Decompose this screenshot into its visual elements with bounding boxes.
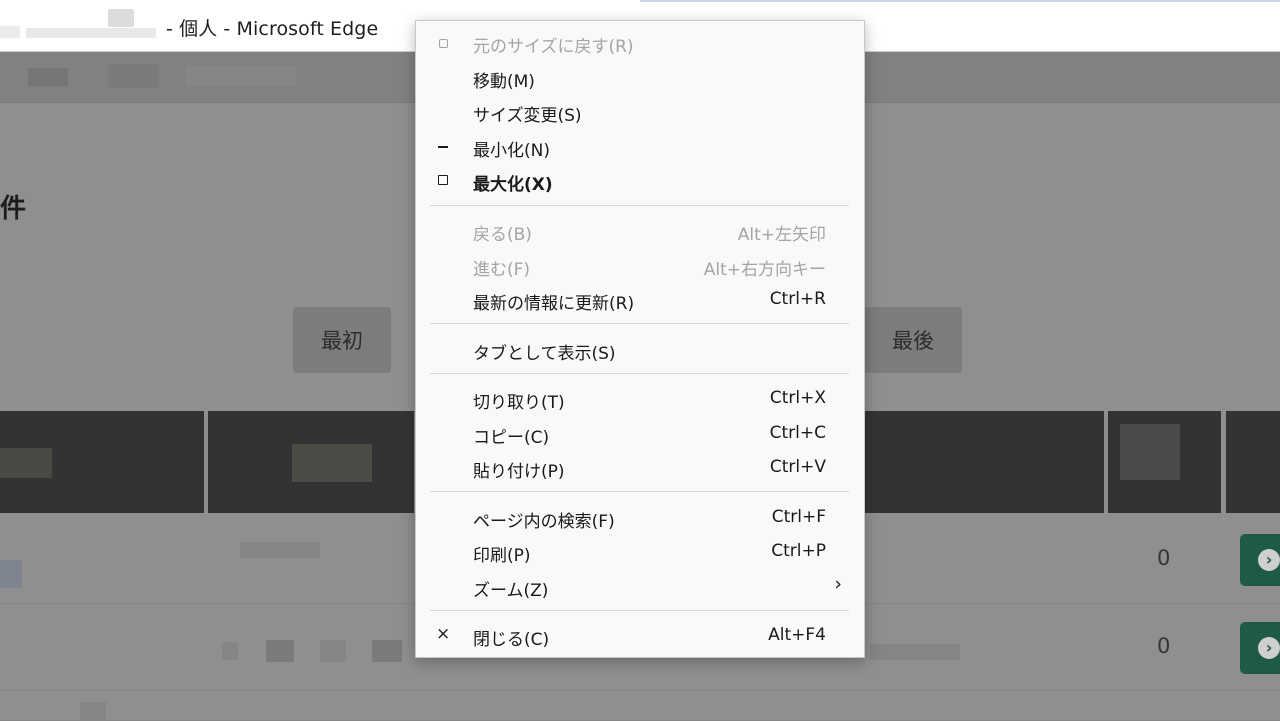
chevron-right-icon: › xyxy=(1258,549,1280,571)
blurred-cell-text xyxy=(372,640,402,662)
chevron-right-icon: › xyxy=(1258,637,1280,659)
minimize-icon xyxy=(438,146,448,148)
menu-item-forward[interactable]: 進む(F) Alt+右方向キー xyxy=(416,249,864,283)
menu-item-shortcut: Ctrl+F xyxy=(771,507,826,527)
chevron-right-icon: › xyxy=(834,573,842,595)
menu-item-label: 貼り付け(P) xyxy=(473,462,565,482)
table-header-cell xyxy=(864,411,1104,513)
maximize-icon xyxy=(438,175,448,185)
blurred-header-text xyxy=(0,448,52,478)
title-bar-accent xyxy=(640,0,1280,2)
blurred-cell-text xyxy=(870,644,960,660)
row-count-value: 0 xyxy=(1157,546,1171,570)
menu-item-label: 最大化(X) xyxy=(473,175,553,195)
row-count-value: 0 xyxy=(1157,634,1171,658)
menu-separator xyxy=(430,323,849,324)
menu-item-label: 進む(F) xyxy=(473,260,531,280)
menu-item-label: コピー(C) xyxy=(473,428,550,448)
menu-item-label: サイズ変更(S) xyxy=(473,106,582,126)
row-action-button[interactable]: › xyxy=(1240,622,1280,674)
menu-item-shortcut: Ctrl+R xyxy=(769,289,826,309)
menu-separator xyxy=(430,373,849,374)
menu-item-find[interactable]: ページ内の検索(F) Ctrl+F xyxy=(416,501,864,535)
menu-item-restore[interactable]: 元のサイズに戻す(R) xyxy=(416,26,864,60)
menu-item-shortcut: Alt+F4 xyxy=(768,625,826,645)
menu-item-label: 移動(M) xyxy=(473,72,535,92)
table-header-cell xyxy=(1226,411,1280,513)
menu-item-label: ズーム(Z) xyxy=(473,581,549,601)
page-heading: 件 xyxy=(0,194,27,224)
blurred-header-text xyxy=(292,444,372,482)
window-title: - 個人 - Microsoft Edge xyxy=(166,18,379,40)
menu-item-cut[interactable]: 切り取り(T) Ctrl+X xyxy=(416,382,864,416)
menu-item-label: 元のサイズに戻す(R) xyxy=(473,37,634,57)
pager-last-button[interactable]: 最後 xyxy=(864,307,962,373)
menu-item-shortcut: Ctrl+P xyxy=(771,541,826,561)
table-row xyxy=(0,691,1280,721)
blurred-toolbar-item xyxy=(28,68,68,86)
blurred-cell-text xyxy=(320,640,346,662)
menu-item-print[interactable]: 印刷(P) Ctrl+P xyxy=(416,535,864,569)
window-system-menu: 元のサイズに戻す(R) 移動(M) サイズ変更(S) 最小化(N) 最大化(X)… xyxy=(415,20,865,658)
menu-item-label: ページ内の検索(F) xyxy=(473,512,615,532)
menu-item-label: 閉じる(C) xyxy=(473,630,550,650)
blurred-title-fragment xyxy=(108,9,134,27)
menu-item-close[interactable]: × 閉じる(C) Alt+F4 xyxy=(416,619,864,653)
menu-item-label: 印刷(P) xyxy=(473,546,531,566)
menu-item-shortcut: Ctrl+C xyxy=(769,423,826,443)
menu-separator xyxy=(430,610,849,611)
blurred-title-fragment xyxy=(0,26,20,38)
pager-first-button[interactable]: 最初 xyxy=(293,307,391,373)
menu-item-label: 切り取り(T) xyxy=(473,393,565,413)
blurred-cell-text xyxy=(0,560,22,588)
menu-item-shortcut: Alt+左矢印 xyxy=(737,225,826,245)
menu-item-copy[interactable]: コピー(C) Ctrl+C xyxy=(416,417,864,451)
menu-item-shortcut: Ctrl+V xyxy=(769,457,826,477)
menu-separator xyxy=(430,491,849,492)
blurred-toolbar-item xyxy=(108,64,158,88)
menu-item-shortcut: Alt+右方向キー xyxy=(703,260,826,280)
menu-item-show-as-tab[interactable]: タブとして表示(S) xyxy=(416,333,864,367)
blurred-cell-text xyxy=(80,702,106,720)
menu-item-minimize[interactable]: 最小化(N) xyxy=(416,130,864,164)
blurred-toolbar-item xyxy=(186,66,296,86)
menu-item-move[interactable]: 移動(M) xyxy=(416,61,864,95)
blurred-cell-text xyxy=(240,542,320,558)
menu-separator xyxy=(430,205,849,206)
menu-item-size[interactable]: サイズ変更(S) xyxy=(416,95,864,129)
menu-item-maximize[interactable]: 最大化(X) xyxy=(416,164,864,198)
restore-icon xyxy=(439,39,448,48)
blurred-cell-text xyxy=(222,642,238,660)
menu-item-zoom[interactable]: ズーム(Z) › xyxy=(416,570,864,604)
menu-item-back[interactable]: 戻る(B) Alt+左矢印 xyxy=(416,214,864,248)
row-action-button[interactable]: › xyxy=(1240,534,1280,586)
blurred-cell-text xyxy=(266,640,294,662)
close-icon: × xyxy=(436,624,451,644)
blurred-header-text xyxy=(1120,424,1180,480)
menu-item-label: 戻る(B) xyxy=(473,225,532,245)
menu-item-label: 最小化(N) xyxy=(473,141,550,161)
menu-item-shortcut: Ctrl+X xyxy=(769,388,826,408)
blurred-title-fragment xyxy=(26,28,156,38)
menu-item-paste[interactable]: 貼り付け(P) Ctrl+V xyxy=(416,451,864,485)
menu-item-label: 最新の情報に更新(R) xyxy=(473,294,635,314)
menu-item-label: タブとして表示(S) xyxy=(473,344,616,364)
menu-item-refresh[interactable]: 最新の情報に更新(R) Ctrl+R xyxy=(416,283,864,317)
